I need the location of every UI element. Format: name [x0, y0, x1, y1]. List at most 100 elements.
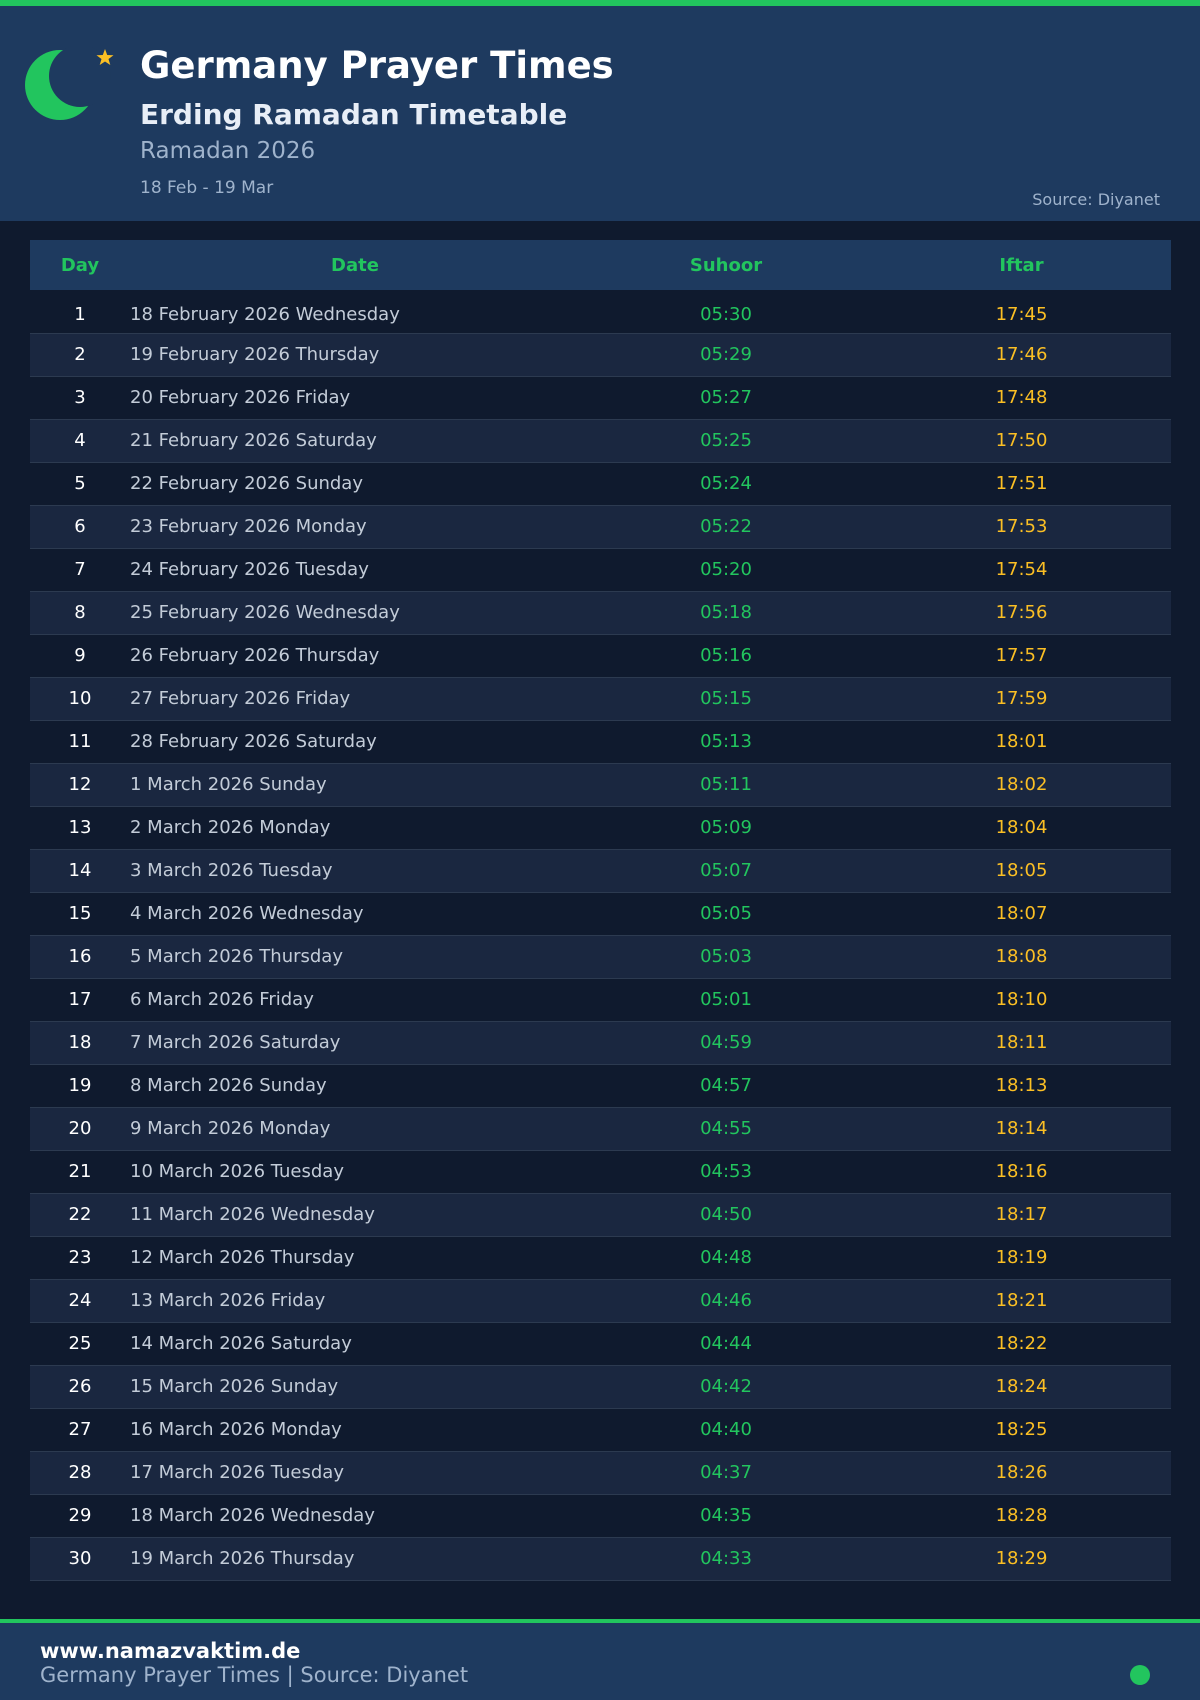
table-row: 13 2 March 2026 Monday 05:09 18:04 [30, 806, 1171, 850]
day-cell: 12 [30, 763, 130, 807]
date-cell: 3 March 2026 Tuesday [130, 849, 580, 893]
table-row: 19 8 March 2026 Sunday 04:57 18:13 [30, 1064, 1171, 1108]
iftar-cell: 18:02 [872, 763, 1171, 807]
day-cell: 7 [30, 548, 130, 592]
suhoor-cell: 05:15 [580, 677, 872, 721]
iftar-cell: 18:19 [872, 1236, 1171, 1280]
date-cell: 1 March 2026 Sunday [130, 763, 580, 807]
date-cell: 21 February 2026 Saturday [130, 419, 580, 463]
iftar-cell: 18:05 [872, 849, 1171, 893]
page-header: Germany Prayer Times Erding Ramadan Time… [0, 6, 1200, 221]
table-row: 10 27 February 2026 Friday 05:15 17:59 [30, 677, 1171, 721]
date-range: 18 Feb - 19 Mar [140, 178, 274, 198]
day-cell: 18 [30, 1021, 130, 1065]
day-cell: 5 [30, 462, 130, 506]
date-cell: 12 March 2026 Thursday [130, 1236, 580, 1280]
site-url: www.namazvaktim.de [40, 1639, 301, 1663]
day-cell: 13 [30, 806, 130, 850]
iftar-cell: 17:51 [872, 462, 1171, 506]
iftar-cell: 17:50 [872, 419, 1171, 463]
column-header-suhoor: Suhoor [689, 254, 763, 276]
table-row: 4 21 February 2026 Saturday 05:25 17:50 [30, 419, 1171, 463]
iftar-cell: 18:04 [872, 806, 1171, 850]
day-cell: 15 [30, 892, 130, 936]
day-cell: 14 [30, 849, 130, 893]
suhoor-cell: 05:13 [580, 720, 872, 764]
day-cell: 27 [30, 1408, 130, 1452]
day-cell: 4 [30, 419, 130, 463]
date-cell: 27 February 2026 Friday [130, 677, 580, 721]
table-row: 8 25 February 2026 Wednesday 05:18 17:56 [30, 591, 1171, 635]
suhoor-cell: 05:01 [580, 978, 872, 1022]
day-cell: 16 [30, 935, 130, 979]
day-cell: 24 [30, 1279, 130, 1323]
date-cell: 17 March 2026 Tuesday [130, 1451, 580, 1495]
day-cell: 29 [30, 1494, 130, 1538]
suhoor-cell: 04:42 [580, 1365, 872, 1409]
date-cell: 11 March 2026 Wednesday [130, 1193, 580, 1237]
date-cell: 4 March 2026 Wednesday [130, 892, 580, 936]
date-cell: 5 March 2026 Thursday [130, 935, 580, 979]
day-cell: 11 [30, 720, 130, 764]
suhoor-cell: 04:44 [580, 1322, 872, 1366]
date-cell: 19 March 2026 Thursday [130, 1537, 580, 1581]
date-cell: 18 March 2026 Wednesday [130, 1494, 580, 1538]
suhoor-cell: 04:46 [580, 1279, 872, 1323]
table-row: 1 18 February 2026 Wednesday 05:30 17:45 [30, 290, 1171, 334]
iftar-cell: 17:53 [872, 505, 1171, 549]
iftar-cell: 18:24 [872, 1365, 1171, 1409]
iftar-cell: 18:14 [872, 1107, 1171, 1151]
table-row: 9 26 February 2026 Thursday 05:16 17:57 [30, 634, 1171, 678]
date-cell: 19 February 2026 Thursday [130, 333, 580, 377]
suhoor-cell: 05:25 [580, 419, 872, 463]
iftar-cell: 17:57 [872, 634, 1171, 678]
table-row: 12 1 March 2026 Sunday 05:11 18:02 [30, 763, 1171, 807]
iftar-cell: 17:46 [872, 333, 1171, 377]
suhoor-cell: 05:16 [580, 634, 872, 678]
suhoor-cell: 05:30 [580, 290, 872, 334]
day-cell: 9 [30, 634, 130, 678]
suhoor-cell: 04:35 [580, 1494, 872, 1538]
day-cell: 26 [30, 1365, 130, 1409]
table-row: 18 7 March 2026 Saturday 04:59 18:11 [30, 1021, 1171, 1065]
date-cell: 6 March 2026 Friday [130, 978, 580, 1022]
page-subtitle: Erding Ramadan Timetable [140, 98, 568, 131]
day-cell: 10 [30, 677, 130, 721]
iftar-cell: 18:07 [872, 892, 1171, 936]
table-row: 2 19 February 2026 Thursday 05:29 17:46 [30, 333, 1171, 377]
suhoor-cell: 05:20 [580, 548, 872, 592]
day-cell: 22 [30, 1193, 130, 1237]
day-cell: 20 [30, 1107, 130, 1151]
date-cell: 16 March 2026 Monday [130, 1408, 580, 1452]
table-row: 20 9 March 2026 Monday 04:55 18:14 [30, 1107, 1171, 1151]
date-cell: 13 March 2026 Friday [130, 1279, 580, 1323]
suhoor-cell: 04:37 [580, 1451, 872, 1495]
table-row: 16 5 March 2026 Thursday 05:03 18:08 [30, 935, 1171, 979]
date-cell: 15 March 2026 Sunday [130, 1365, 580, 1409]
day-cell: 28 [30, 1451, 130, 1495]
date-cell: 2 March 2026 Monday [130, 806, 580, 850]
date-cell: 26 February 2026 Thursday [130, 634, 580, 678]
iftar-cell: 18:16 [872, 1150, 1171, 1194]
suhoor-cell: 05:05 [580, 892, 872, 936]
iftar-cell: 18:11 [872, 1021, 1171, 1065]
date-cell: 14 March 2026 Saturday [130, 1322, 580, 1366]
column-header-iftar: Iftar [999, 254, 1044, 276]
table-row: 26 15 March 2026 Sunday 04:42 18:24 [30, 1365, 1171, 1409]
iftar-cell: 18:21 [872, 1279, 1171, 1323]
date-cell: 18 February 2026 Wednesday [130, 290, 580, 334]
date-cell: 25 February 2026 Wednesday [130, 591, 580, 635]
date-cell: 24 February 2026 Tuesday [130, 548, 580, 592]
crescent-moon-star-icon [25, 46, 114, 120]
table-row: 11 28 February 2026 Saturday 05:13 18:01 [30, 720, 1171, 764]
iftar-cell: 18:17 [872, 1193, 1171, 1237]
iftar-cell: 17:54 [872, 548, 1171, 592]
day-cell: 6 [30, 505, 130, 549]
suhoor-cell: 04:40 [580, 1408, 872, 1452]
table-row: 17 6 March 2026 Friday 05:01 18:10 [30, 978, 1171, 1022]
table-row: 15 4 March 2026 Wednesday 05:05 18:07 [30, 892, 1171, 936]
suhoor-cell: 05:07 [580, 849, 872, 893]
table-row: 6 23 February 2026 Monday 05:22 17:53 [30, 505, 1171, 549]
day-cell: 17 [30, 978, 130, 1022]
date-cell: 9 March 2026 Monday [130, 1107, 580, 1151]
